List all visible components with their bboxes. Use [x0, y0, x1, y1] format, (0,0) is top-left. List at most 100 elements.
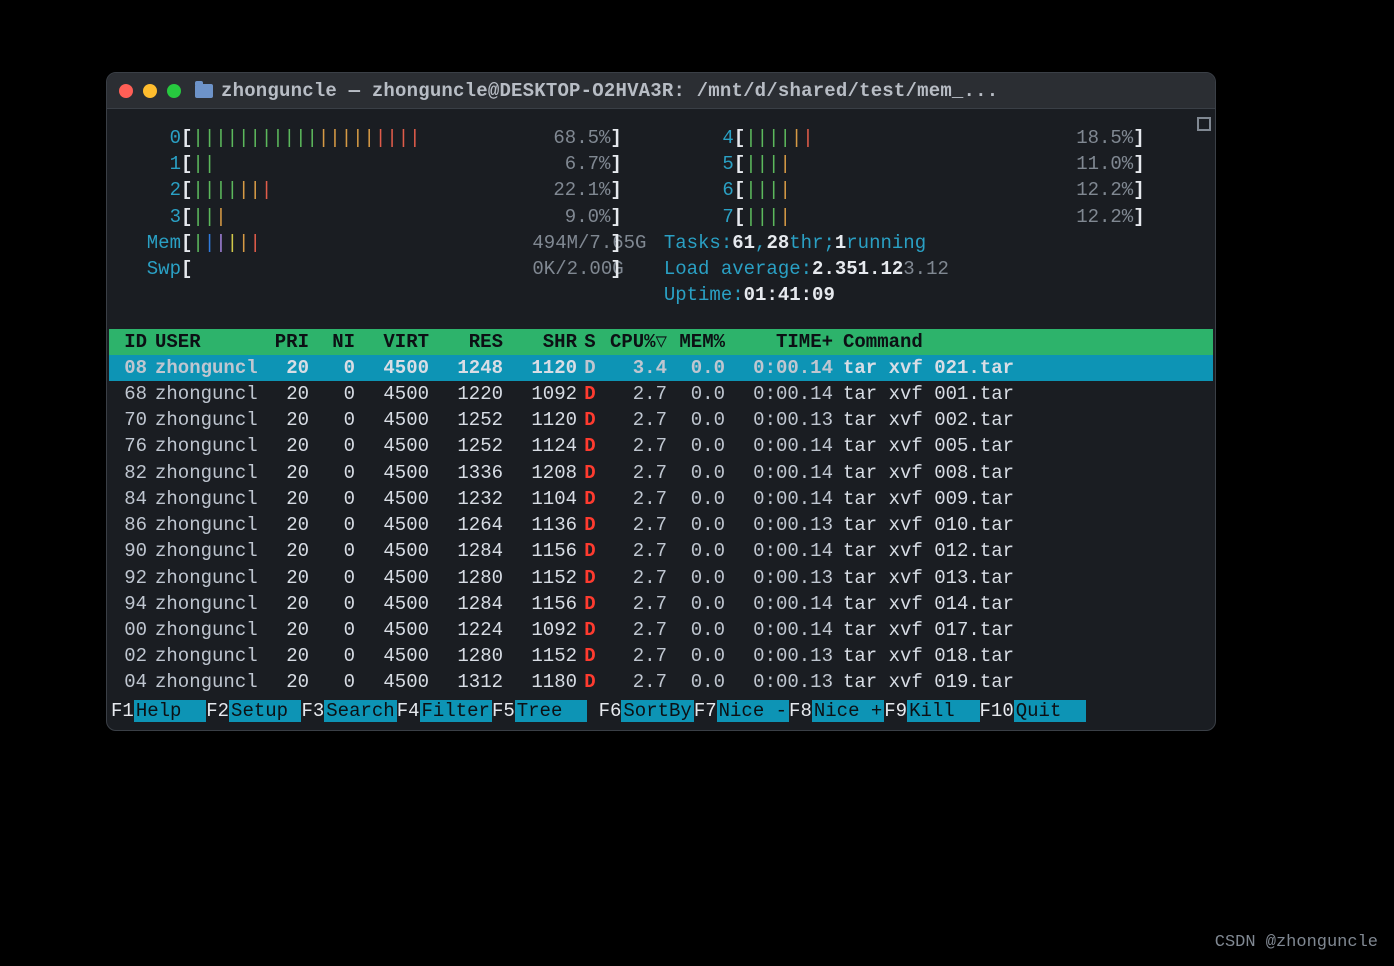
meter-label: 3	[109, 204, 181, 230]
fkey-num: F4	[397, 700, 420, 722]
fkey-filter[interactable]: Filter	[420, 700, 492, 722]
cell-s: D	[577, 669, 603, 695]
meter-label: 7	[662, 204, 734, 230]
cell-cmd: tar xvf 019.tar	[833, 669, 1211, 695]
cell-mem: 0.0	[667, 617, 725, 643]
table-row[interactable]: 94zhonguncl200450012841156D2.70.00:00.14…	[109, 591, 1213, 617]
cell-res: 1252	[429, 433, 503, 459]
meter-row: 0[||||||||||||||||||||68.5%]	[109, 125, 622, 151]
cell-s: D	[577, 617, 603, 643]
bracket-open: [	[181, 151, 192, 177]
cell-shr: 1156	[503, 538, 577, 564]
table-row[interactable]: 00zhonguncl200450012241092D2.70.00:00.14…	[109, 617, 1213, 643]
cell-ni: 0	[309, 591, 355, 617]
cell-user: zhonguncl	[147, 381, 257, 407]
table-row[interactable]: 90zhonguncl200450012841156D2.70.00:00.14…	[109, 538, 1213, 564]
col-virt[interactable]: VIRT	[355, 329, 429, 355]
bracket-close: ]	[610, 256, 621, 282]
cell-cpu: 2.7	[603, 486, 667, 512]
col-cpu[interactable]: CPU%▽	[603, 329, 667, 355]
table-row[interactable]: 82zhonguncl200450013361208D2.70.00:00.14…	[109, 460, 1213, 486]
cell-virt: 4500	[355, 538, 429, 564]
cell-mem: 0.0	[667, 433, 725, 459]
fkey-quit[interactable]: Quit	[1014, 700, 1086, 722]
cell-res: 1264	[429, 512, 503, 538]
col-ni[interactable]: NI	[309, 329, 355, 355]
uptime-value: 01:41:09	[744, 282, 835, 308]
col-pri[interactable]: PRI	[257, 329, 309, 355]
fkey-kill[interactable]: Kill	[907, 700, 979, 722]
fkey-tree[interactable]: Tree	[515, 700, 587, 722]
cell-cpu: 2.7	[603, 669, 667, 695]
meter-bar: ||||	[745, 204, 1055, 230]
cell-user: zhonguncl	[147, 591, 257, 617]
col-shr[interactable]: SHR	[503, 329, 577, 355]
cell-mem: 0.0	[667, 591, 725, 617]
cell-virt: 4500	[355, 355, 429, 381]
cell-s: D	[577, 565, 603, 591]
meter-bar: |||	[192, 204, 532, 230]
fkey-help[interactable]: Help	[134, 700, 206, 722]
watermark: CSDN @zhonguncle	[1215, 933, 1378, 952]
meters-section: 0[||||||||||||||||||||68.5%]1[||6.7%]2[|…	[109, 115, 1213, 313]
fkey-setup[interactable]: Setup	[229, 700, 301, 722]
bracket-open: [	[181, 256, 192, 282]
col-s[interactable]: S	[577, 329, 603, 355]
cell-time: 0:00.14	[725, 486, 833, 512]
terminal-body[interactable]: 0[||||||||||||||||||||68.5%]1[||6.7%]2[|…	[107, 109, 1215, 730]
table-row[interactable]: 68zhonguncl200450012201092D2.70.00:00.14…	[109, 381, 1213, 407]
fkey-search[interactable]: Search	[324, 700, 396, 722]
cell-time: 0:00.14	[725, 433, 833, 459]
cell-cmd: tar xvf 012.tar	[833, 538, 1211, 564]
window-title: zhonguncle — zhonguncle@DESKTOP-O2HVA3R:…	[221, 80, 998, 102]
cell-id: 02	[111, 643, 147, 669]
cell-pri: 20	[257, 565, 309, 591]
fkey-nice--[interactable]: Nice -	[717, 700, 789, 722]
meter-bar: ||	[192, 151, 532, 177]
table-row[interactable]: 08zhonguncl200450012481120D3.40.00:00.14…	[109, 355, 1213, 381]
folder-icon	[195, 84, 213, 98]
cell-mem: 0.0	[667, 669, 725, 695]
table-row[interactable]: 76zhonguncl200450012521124D2.70.00:00.14…	[109, 433, 1213, 459]
cell-id: 94	[111, 591, 147, 617]
col-id[interactable]: ID	[111, 329, 147, 355]
cell-time: 0:00.14	[725, 460, 833, 486]
minimize-icon[interactable]	[143, 84, 157, 98]
table-row[interactable]: 84zhonguncl200450012321104D2.70.00:00.14…	[109, 486, 1213, 512]
cell-cmd: tar xvf 021.tar	[833, 355, 1211, 381]
cell-time: 0:00.14	[725, 538, 833, 564]
cell-cmd: tar xvf 005.tar	[833, 433, 1211, 459]
load-label: Load average:	[664, 256, 812, 282]
meter-row: 7[||||12.2%]	[662, 204, 1145, 230]
scroll-indicator-icon	[1197, 117, 1211, 131]
info-line: Load average: 2.35 1.12 3.12	[662, 256, 1145, 282]
cell-mem: 0.0	[667, 565, 725, 591]
col-time[interactable]: TIME+	[725, 329, 833, 355]
fkey-sortby[interactable]: SortBy	[621, 700, 693, 722]
table-row[interactable]: 86zhonguncl200450012641136D2.70.00:00.13…	[109, 512, 1213, 538]
meter-row: 2[|||||||22.1%]	[109, 177, 622, 203]
cell-shr: 1152	[503, 643, 577, 669]
cell-s: D	[577, 381, 603, 407]
table-row[interactable]: 02zhonguncl200450012801152D2.70.00:00.13…	[109, 643, 1213, 669]
fkey-nice-+[interactable]: Nice +	[812, 700, 884, 722]
table-row[interactable]: 70zhonguncl200450012521120D2.70.00:00.13…	[109, 407, 1213, 433]
meter-label: 0	[109, 125, 181, 151]
table-header[interactable]: IDUSERPRINIVIRTRESSHRSCPU%▽MEM%TIME+Comm…	[109, 329, 1213, 355]
table-row[interactable]: 04zhonguncl200450013121180D2.70.00:00.13…	[109, 669, 1213, 695]
close-icon[interactable]	[119, 84, 133, 98]
uptime-label: Uptime:	[664, 282, 744, 308]
col-user[interactable]: USER	[147, 329, 257, 355]
col-res[interactable]: RES	[429, 329, 503, 355]
maximize-icon[interactable]	[167, 84, 181, 98]
col-cmd[interactable]: Command	[833, 329, 1211, 355]
meter-value: 22.1%	[532, 177, 610, 203]
cell-cpu: 3.4	[603, 355, 667, 381]
col-mem[interactable]: MEM%	[667, 329, 725, 355]
table-row[interactable]: 92zhonguncl200450012801152D2.70.00:00.13…	[109, 565, 1213, 591]
cell-cpu: 2.7	[603, 433, 667, 459]
cell-user: zhonguncl	[147, 617, 257, 643]
fkey-num: F6	[599, 700, 622, 722]
cell-cmd: tar xvf 001.tar	[833, 381, 1211, 407]
cell-time: 0:00.13	[725, 512, 833, 538]
